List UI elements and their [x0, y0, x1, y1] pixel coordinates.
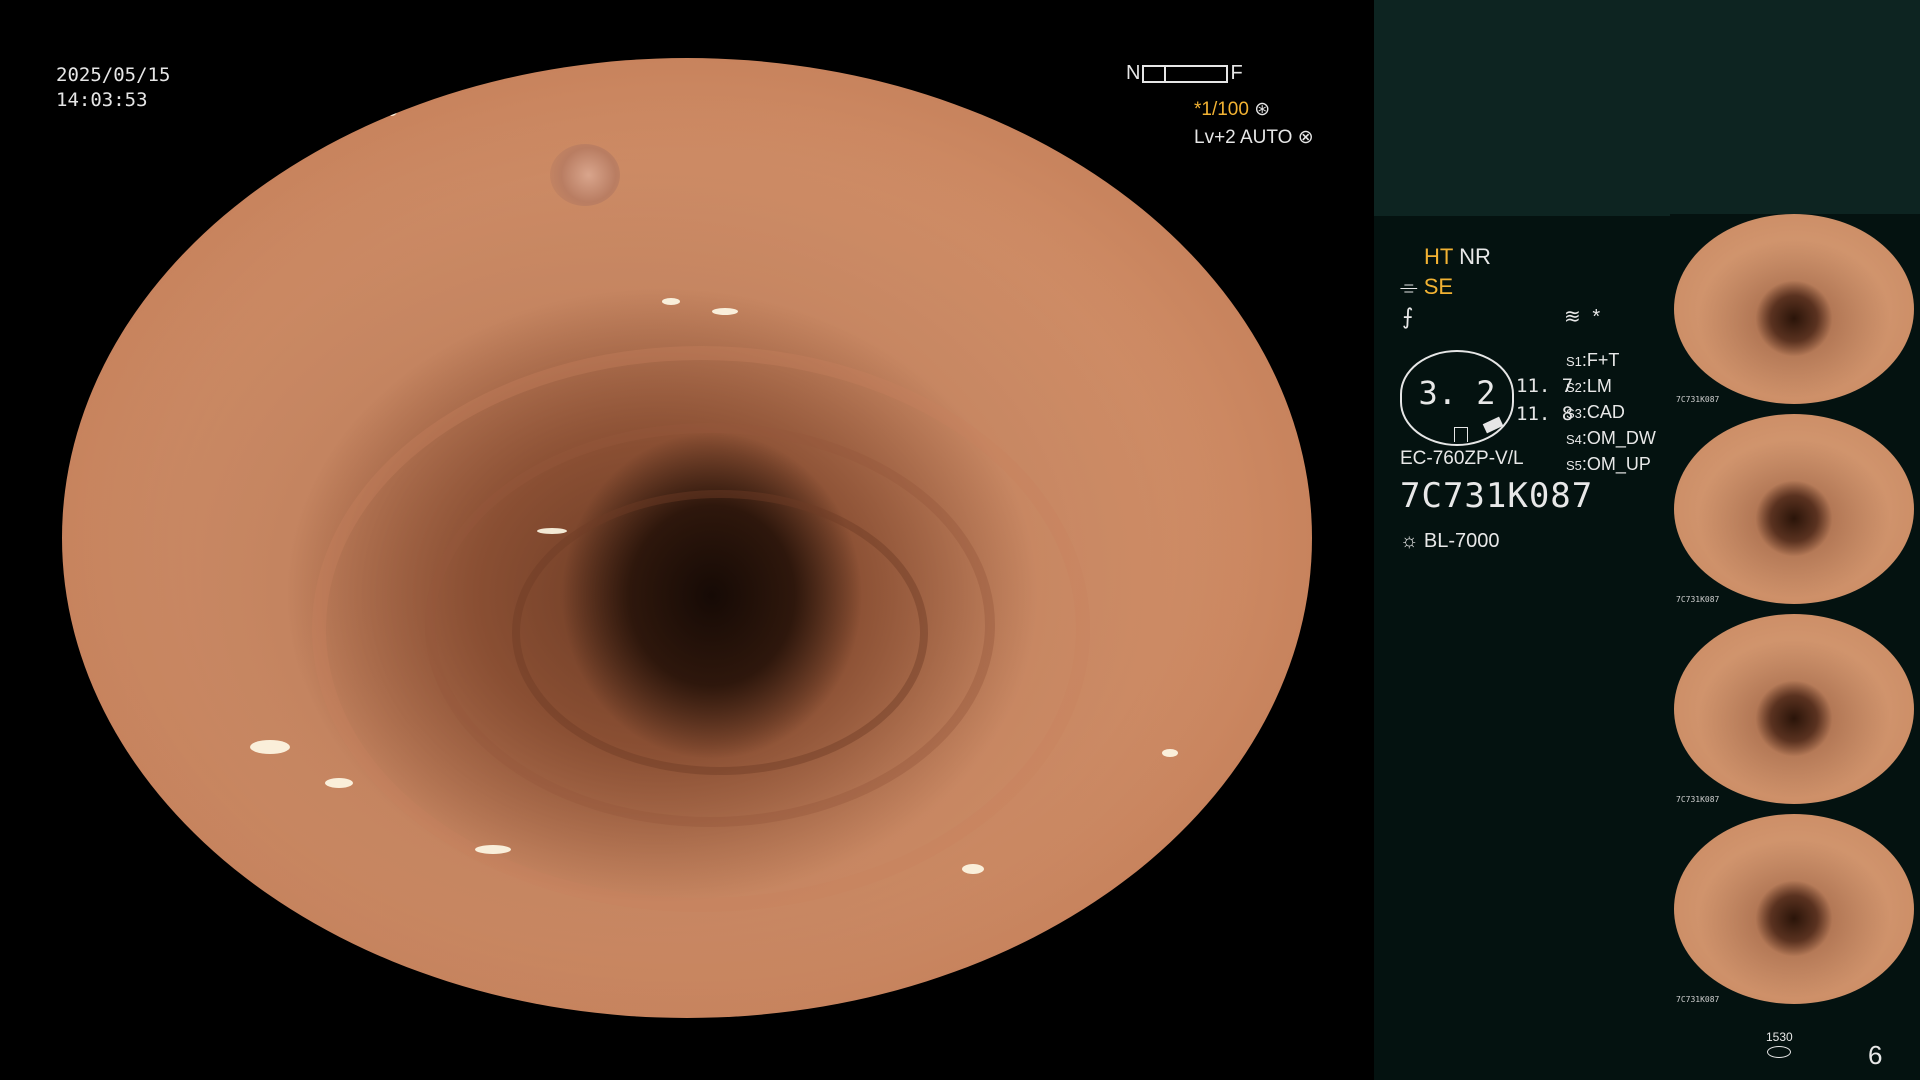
storage-icon — [1767, 1046, 1792, 1058]
image-count: 6 — [1868, 1040, 1883, 1070]
switch-item: S3:CAD — [1566, 402, 1625, 422]
time-text: 14:03:53 — [56, 89, 148, 111]
date-text: 2025/05/15 — [56, 64, 171, 86]
shutter-text: *1/100 — [1194, 99, 1249, 120]
thumbnail-label: 7C731K087 — [1676, 595, 1720, 604]
switch-list: S1:F+T S2:LM S3:CAD S4:OM_DW S5:OM_UP — [1566, 348, 1656, 478]
focus-near-label: N — [1126, 62, 1141, 84]
thumbnail-image — [1674, 414, 1914, 604]
storage-counter: 1530 — [1766, 1030, 1793, 1058]
dial-value: 3. 2 — [1418, 374, 1496, 412]
aperture-icon: ⊛ — [1254, 99, 1271, 120]
polyp-spot — [549, 144, 620, 207]
dial-tick — [1454, 427, 1468, 442]
light-reflection — [249, 739, 290, 754]
light-source-label: BL-7000 — [1423, 530, 1500, 552]
light-reflection — [1162, 749, 1178, 758]
freeze-icon: ⨍ — [1402, 304, 1414, 329]
value-a: 11. 7 — [1516, 375, 1574, 397]
switch-item: S1:F+T — [1566, 350, 1620, 370]
structure-icon: ⌯ — [1400, 274, 1418, 299]
ht-label: HT — [1424, 244, 1453, 269]
level-readout: Lv+2 AUTO ⊗ — [1194, 126, 1314, 149]
ht-nr-row: HT NR — [1424, 244, 1491, 270]
light-reflection — [324, 778, 353, 788]
light-reflection — [387, 106, 397, 116]
nr-label: NR — [1459, 244, 1491, 269]
switch-item: S5:OM_UP — [1566, 454, 1651, 474]
thumbnail-strip: 7C731K087 7C731K087 7C731K087 7C731K087 — [1670, 214, 1920, 1014]
light-reflection — [712, 307, 738, 315]
focus-indicator: N F — [1126, 62, 1243, 85]
dial-values: 11. 7 11. 8 — [1516, 372, 1573, 428]
thumbnail[interactable]: 7C731K087 — [1670, 614, 1920, 814]
se-row: ⌯ SE — [1400, 274, 1453, 300]
light-reflection — [1137, 154, 1155, 162]
scope-serial: 7C731K087 — [1400, 476, 1594, 516]
image-mode-icon: ≋ — [1564, 306, 1581, 328]
light-source-row: ☼ BL-7000 — [1400, 530, 1500, 553]
thumbnail-image — [1674, 814, 1914, 1004]
thumbnail-image — [1674, 214, 1914, 404]
mucosal-fold — [512, 490, 928, 775]
light-reflection — [962, 864, 984, 875]
panel-header-area — [1374, 0, 1920, 216]
level-text: Lv+2 — [1194, 127, 1236, 148]
thumbnail-label: 7C731K087 — [1676, 395, 1720, 404]
switch-item: S4:OM_DW — [1566, 428, 1656, 448]
switch-item: S2:LM — [1566, 376, 1612, 396]
counter-label: 1530 — [1766, 1030, 1793, 1044]
light-reflection — [662, 298, 680, 305]
thumbnail[interactable]: 7C731K087 — [1670, 814, 1920, 1014]
thumbnail-label: 7C731K087 — [1676, 795, 1720, 804]
thumbnail[interactable]: 7C731K087 — [1670, 214, 1920, 414]
light-reflection — [474, 845, 511, 855]
zoom-dial: 3. 2 — [1400, 350, 1514, 446]
timestamp: 2025/05/15 14:03:53 — [56, 63, 170, 113]
shutter-readout: *1/100 ⊛ — [1194, 98, 1270, 121]
thumbnail-label: 7C731K087 — [1676, 995, 1720, 1004]
value-b: 11. 8 — [1516, 403, 1574, 425]
iris-icon: ⊗ — [1297, 127, 1314, 148]
endoscope-view — [62, 58, 1312, 1018]
thumbnail-image — [1674, 614, 1914, 804]
mode-text: AUTO — [1239, 127, 1293, 148]
focus-bar — [1142, 64, 1229, 83]
status-icons: ≋ * — [1564, 304, 1600, 329]
sun-icon: ☼ — [1400, 530, 1419, 552]
focus-far-label: F — [1230, 62, 1243, 84]
asterisk-label: * — [1592, 306, 1601, 328]
scope-model: EC-760ZP-V/L — [1400, 448, 1524, 469]
thumbnail[interactable]: 7C731K087 — [1670, 414, 1920, 614]
se-label: SE — [1423, 274, 1454, 299]
